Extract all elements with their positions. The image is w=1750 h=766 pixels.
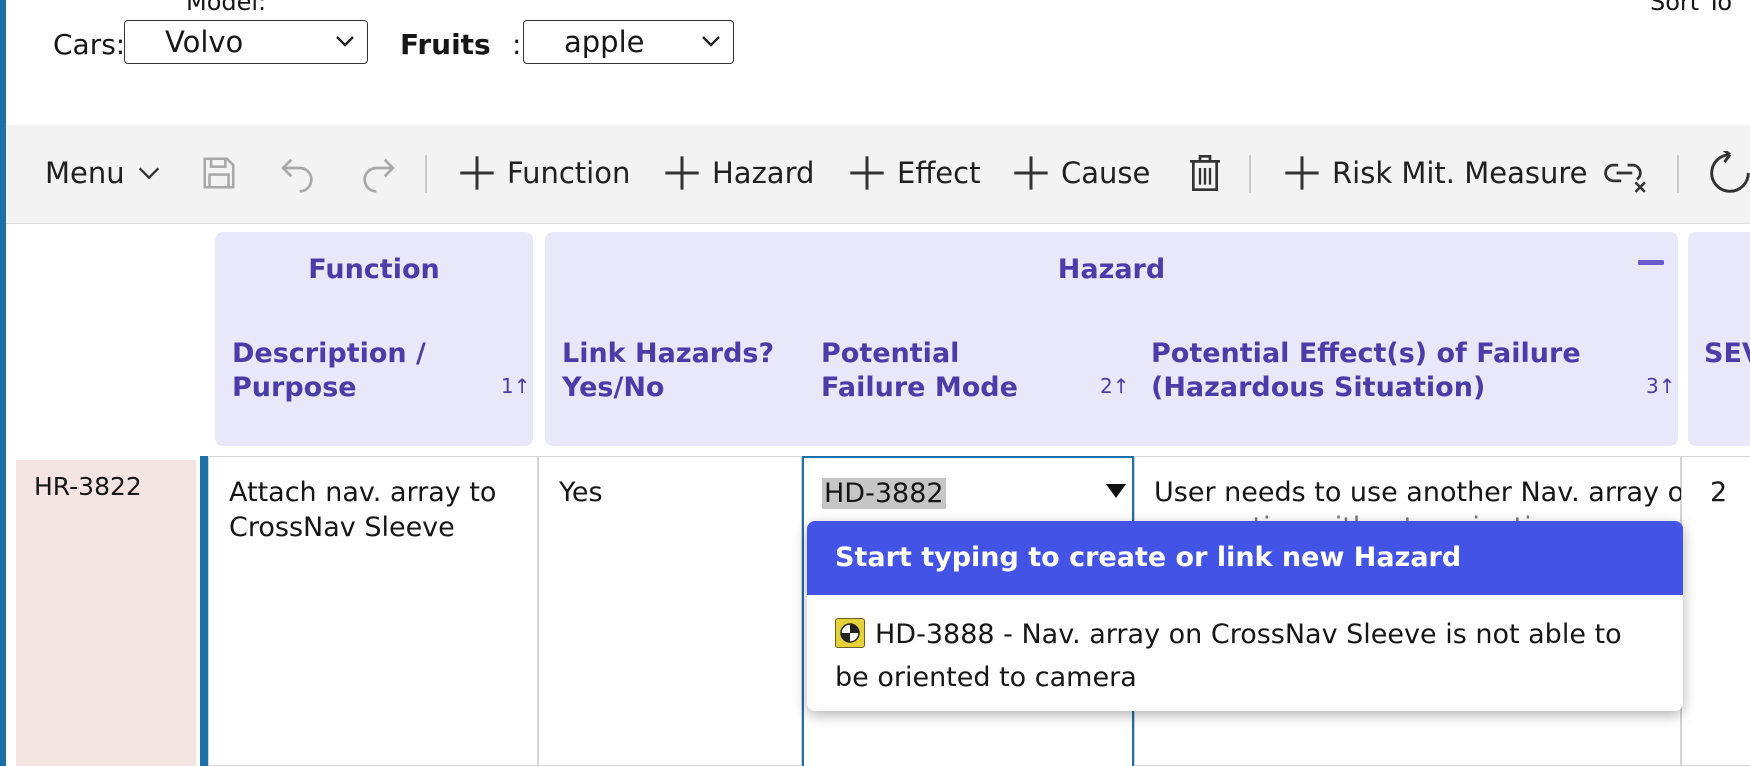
cars-select-value: Volvo — [165, 25, 244, 59]
menu-button[interactable]: Menu — [45, 153, 163, 193]
toolbar-divider — [1677, 155, 1679, 193]
function-group-header: Function Description / Purpose 1↑ — [215, 232, 533, 446]
add-effect-button[interactable]: Effect — [847, 153, 980, 193]
failure-mode-input[interactable]: HD-3882 — [822, 478, 946, 509]
collapse-group-button[interactable] — [1638, 260, 1664, 265]
hazard-group-header: Hazard Link Hazards? Yes/No Potential Fa… — [545, 232, 1678, 446]
add-function-label: Function — [507, 156, 631, 190]
toolbar-divider — [425, 155, 427, 193]
column-header-link-hazards[interactable]: Link Hazards? Yes/No — [562, 337, 792, 405]
left-edge-accent — [0, 0, 6, 766]
effect-line-1: User needs to use another Nav. array or — [1154, 477, 1696, 508]
hazard-dropdown: Start typing to create or link new Hazar… — [807, 521, 1683, 711]
caret-down-icon[interactable] — [1106, 484, 1126, 498]
fruits-label: Fruits — [400, 28, 491, 61]
dropdown-option-text: HD-3888 - Nav. array on CrossNav Sleeve … — [835, 619, 1622, 693]
undo-icon — [281, 158, 313, 193]
add-risk-mit-button[interactable]: Risk Mit. Measure — [1282, 153, 1587, 193]
save-icon — [203, 157, 235, 189]
column-header-effects[interactable]: Potential Effect(s) of Failure (Hazardou… — [1151, 337, 1631, 405]
plus-icon — [665, 156, 699, 190]
description-text: Attach nav. array to CrossNav Sleeve — [229, 477, 497, 543]
cell-severity[interactable]: 2 — [1681, 456, 1750, 766]
column-header-failure-mode[interactable]: Potential Failure Mode — [821, 337, 1071, 405]
fruits-select[interactable]: apple — [523, 20, 734, 64]
chevron-down-icon — [702, 36, 720, 47]
add-hazard-button[interactable]: Hazard — [662, 153, 814, 193]
chevron-down-icon — [336, 36, 354, 47]
refresh-icon — [1710, 151, 1750, 193]
cars-select[interactable]: Volvo — [124, 20, 368, 64]
dropdown-option[interactable]: HD-3888 - Nav. array on CrossNav Sleeve … — [807, 595, 1683, 699]
link-hazards-value: Yes — [559, 477, 603, 508]
plus-icon — [850, 156, 884, 190]
cars-label: Cars: — [53, 28, 126, 61]
sort-label-cutoff: Sort To — [1650, 0, 1733, 16]
add-risk-mit-label: Risk Mit. Measure — [1332, 156, 1588, 190]
plus-icon — [1014, 156, 1048, 190]
unlink-button[interactable] — [1604, 153, 1648, 193]
hazard-icon — [835, 618, 865, 648]
sort-indicator[interactable]: 3↑ — [1646, 374, 1675, 398]
severity-value: 2 — [1710, 477, 1728, 508]
unlink-icon — [1604, 163, 1646, 193]
row-id: HR-3822 — [34, 472, 142, 501]
cell-link-hazards[interactable]: Yes — [538, 456, 802, 766]
refresh-button[interactable] — [1708, 151, 1750, 193]
redo-icon — [363, 158, 395, 193]
add-function-button[interactable]: Function — [457, 153, 630, 193]
sort-indicator[interactable]: 2↑ — [1100, 374, 1129, 398]
dropdown-header[interactable]: Start typing to create or link new Hazar… — [807, 521, 1683, 595]
redo-button[interactable] — [358, 153, 398, 193]
add-cause-label: Cause — [1061, 156, 1151, 190]
delete-button[interactable] — [1185, 153, 1225, 193]
plus-icon — [460, 156, 494, 190]
fruits-select-value: apple — [564, 25, 645, 59]
column-header-description[interactable]: Description / Purpose — [232, 337, 482, 405]
trash-icon — [1190, 155, 1220, 191]
add-cause-button[interactable]: Cause — [1011, 153, 1150, 193]
chevron-down-icon — [138, 167, 159, 180]
sort-indicator[interactable]: 1↑ — [501, 374, 530, 398]
add-hazard-label: Hazard — [712, 156, 815, 190]
toolbar: Menu Function Hazard Effect Cause Risk M… — [6, 125, 1750, 224]
cell-description[interactable]: Attach nav. array to CrossNav Sleeve — [208, 456, 538, 766]
plus-icon — [1285, 156, 1319, 190]
row-accent-bar — [200, 456, 208, 766]
row-id-cell[interactable]: HR-3822 — [16, 460, 196, 766]
column-header-sev[interactable]: SEV — [1704, 337, 1750, 371]
model-label-cutoff: Model: — [186, 0, 267, 16]
save-button[interactable] — [200, 153, 238, 193]
next-group-header: SEV — [1688, 232, 1750, 446]
add-effect-label: Effect — [897, 156, 981, 190]
fruits-colon: : — [512, 28, 522, 61]
hazard-group-title: Hazard — [1057, 254, 1166, 285]
toolbar-divider — [1249, 155, 1251, 193]
menu-label: Menu — [45, 156, 125, 190]
undo-button[interactable] — [278, 153, 318, 193]
function-group-title: Function — [308, 254, 440, 285]
